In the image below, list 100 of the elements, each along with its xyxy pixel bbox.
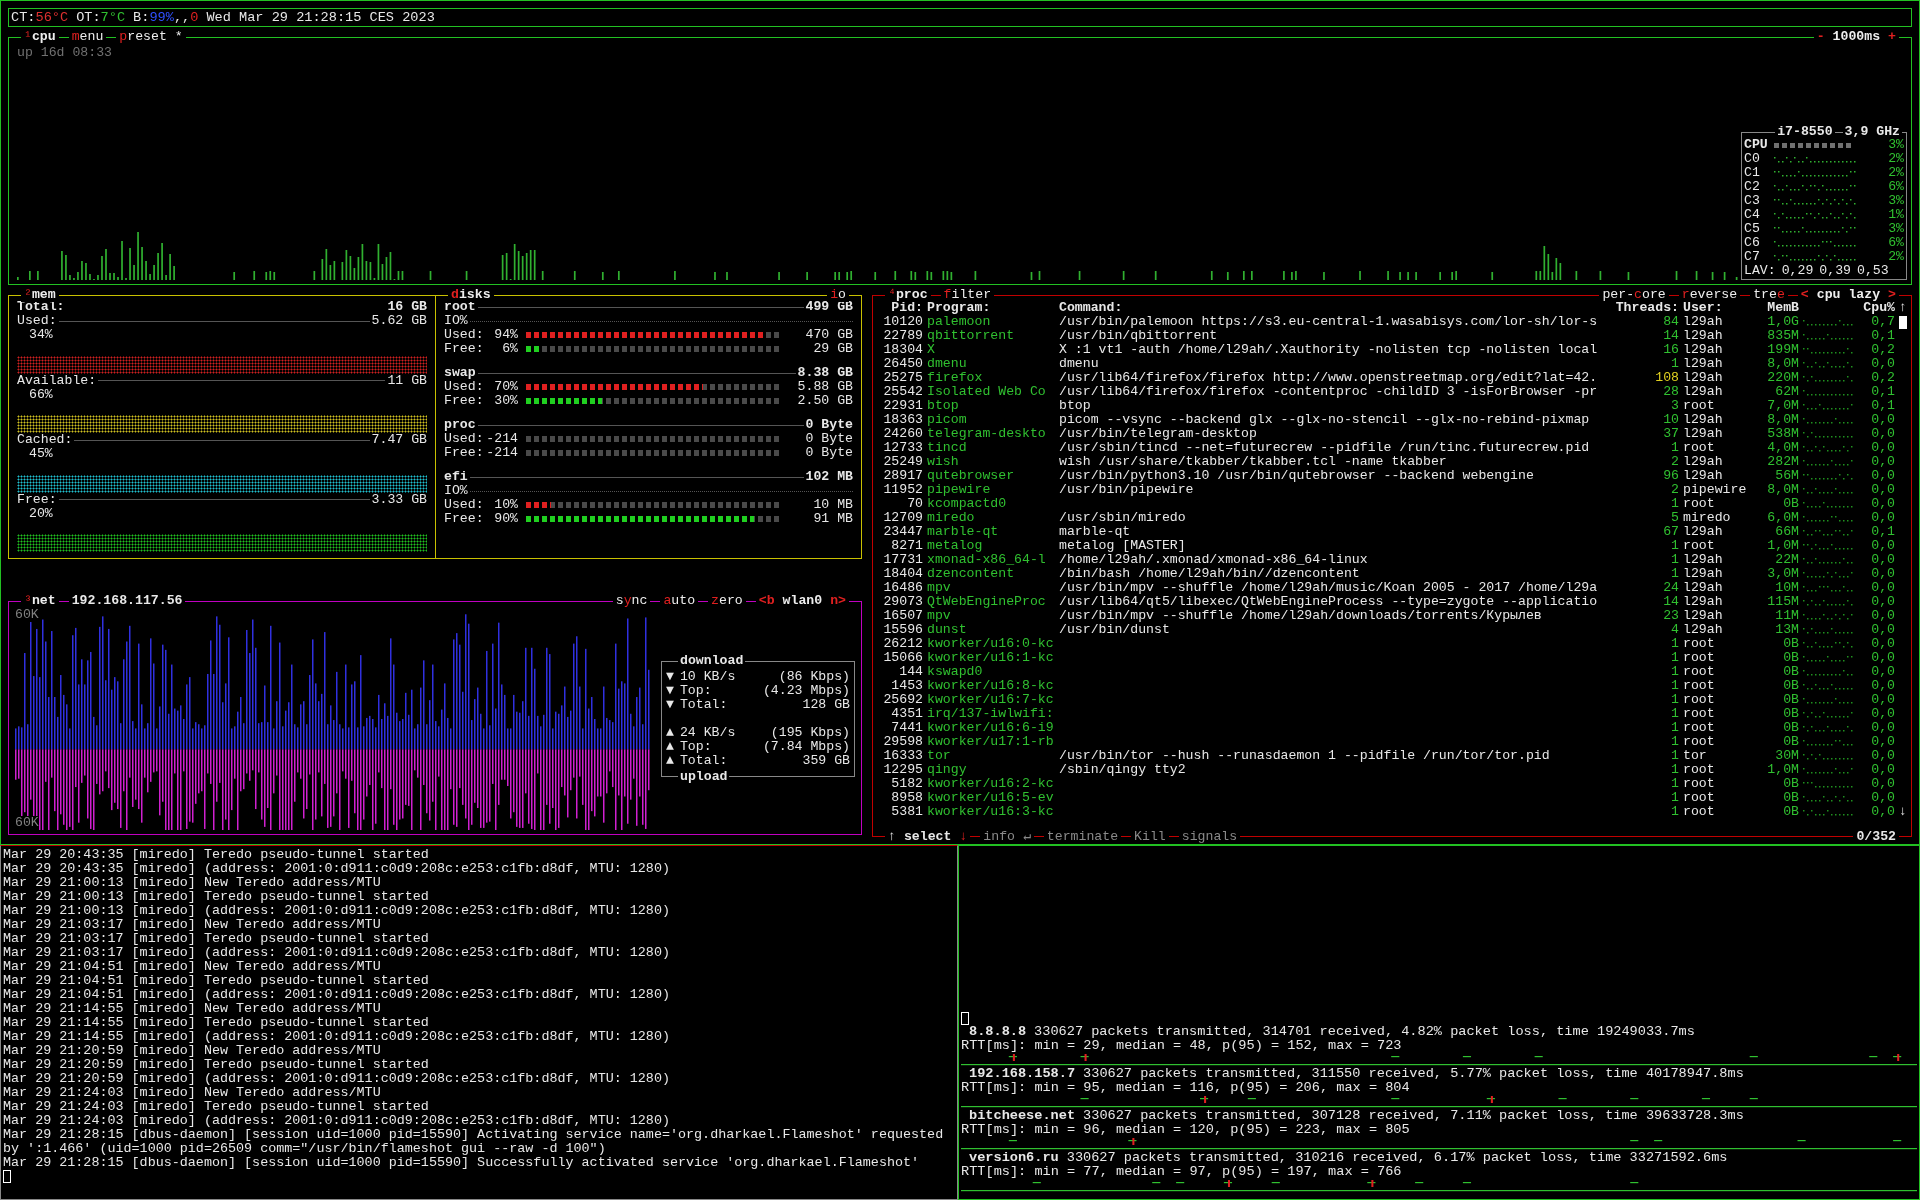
scroll-up-arrow[interactable]: ↑	[1899, 301, 1907, 315]
network-option[interactable]: sync	[612, 594, 651, 608]
process-row[interactable]: 26212 kworker/u16:0-kc 1 root 0B 0,0	[875, 637, 1909, 651]
process-row[interactable]: 26450 dmenu dmenu 1 l29ah 8,0M 0,0	[875, 357, 1909, 371]
process-row[interactable]: 12733 tincd /usr/sbin/tincd --net=futurecrew --pidfile /run/tinc.futurecrew.pid 1 root 4,0M 0,0	[875, 441, 1909, 455]
threads-cell-text: 1	[1670, 763, 1679, 777]
scrollbar-thumb[interactable]	[1899, 315, 1907, 329]
process-row[interactable]: 18363 picom picom --vsync --backend glx --glx-no-stencil --glx-no-rebind-pixmap 10 l29ah 8,0M 0,0	[875, 413, 1909, 427]
pid-cell-text: 17731	[882, 553, 923, 567]
process-row[interactable]: 25692 kworker/u16:7-kc 1 root 0B 0,0	[875, 693, 1909, 707]
process-row[interactable]: 17731 xmonad-x86_64-l /home/l29ah/.xmonad/xmonad-x86_64-linux 1 l29ah 22M 0,0	[875, 553, 1909, 567]
process-row[interactable]: 16507 mpv /usr/bin/mpv --shuffle /home/l29ah/downloads/torrents/Курылев 23 l29ah 11M 0,0	[875, 609, 1909, 623]
process-row[interactable]: 18304 X X :1 vt1 -auth /home/l29ah/.Xauthority -nolisten tcp -nolisten local 16 l29ah 199M 0,2	[875, 343, 1909, 357]
log-line: Mar 29 21:04:51 [miredo] New Teredo address/MTU	[3, 960, 382, 974]
command-cell-text: /usr/bin/tor --hush --runasdaemon 1 --pidfile /run/tor/tor.pid	[1059, 749, 1551, 763]
pid-cell-text: 26450	[882, 357, 923, 371]
column-header[interactable]: MemB	[1759, 301, 1799, 315]
column-header[interactable]: Pid:	[875, 301, 923, 315]
user-cell-text: root	[1683, 707, 1716, 721]
process-row[interactable]: 7441 kworker/u16:6-i9 1 root 0B 0,0	[875, 721, 1909, 735]
sensor-value: 7°C	[100, 10, 126, 25]
battery-label: B:	[133, 10, 150, 25]
column-header[interactable]: User:	[1683, 301, 1755, 315]
program-cell: irq/137-iwlwifi:	[927, 707, 1055, 721]
process-row[interactable]: 15066 kworker/u16:1-kc 1 root 0B 0,0	[875, 651, 1909, 665]
process-row[interactable]: 25249 wish wish /usr/share/tkabber/tkabber.tcl -name tkabber 2 l29ah 282M 0,0	[875, 455, 1909, 469]
process-row[interactable]: 25542 Isolated Web Co /usr/lib64/firefox/firefox -contentproc -childID 3 -isForBrowser -pr 28 l29ah 62M 0,1	[875, 385, 1909, 399]
pid-cell-text: 8958	[890, 791, 923, 805]
process-row[interactable]: 12295 qingy /sbin/qingy tty2 1 root 1,0M 0,0	[875, 763, 1909, 777]
cpu-cell-text: 0,2	[1870, 343, 1895, 357]
disk-row-label: Used:	[444, 498, 485, 512]
threads-cell-text: 84	[1662, 315, 1679, 329]
disk-row-label: Used:	[444, 328, 485, 342]
memory-cell-text: 4,0M	[1766, 441, 1799, 455]
threads-cell-text: 3	[1670, 399, 1679, 413]
cpu-cell-text: 0,0	[1870, 665, 1895, 679]
program-cell-text: qingy	[927, 763, 968, 777]
process-row[interactable]: 8271 metalog metalog [MASTER] 1 root 1,0M 0,0	[875, 539, 1909, 553]
column-header[interactable]: Threads:	[1615, 301, 1679, 315]
command-cell-text: X :1 vt1 -auth /home/l29ah/.Xauthority -nolisten tcp -nolisten local	[1059, 343, 1599, 357]
process-row[interactable]: 10120 palemoon /usr/bin/palemoon https://s3.eu-central-1.wasabisys.com/lor-sh/lor-s 84 l29ah 1,0G 0,7	[875, 315, 1909, 329]
cpu-usage-sparkline	[1803, 488, 1853, 494]
panel-tab[interactable]: disks	[448, 288, 494, 302]
cpu-usage-sparkline	[1803, 600, 1853, 606]
log-line: Mar 29 21:03:17 [miredo] (address: 2001:0:d911:c0d9:208c:e253:c1fb:d8df, MTU: 1280)	[3, 946, 671, 960]
user-cell-text: l29ah	[1683, 371, 1724, 385]
log-line: Mar 29 21:00:13 [miredo] Teredo pseudo-tunnel started	[3, 890, 430, 904]
process-row[interactable]: 4351 irq/137-iwlwifi: 1 root 0B 0,0	[875, 707, 1909, 721]
mem-label: Free:	[17, 492, 57, 507]
threads-cell-text: 1	[1670, 735, 1679, 749]
threads-cell-text: 14	[1662, 329, 1679, 343]
process-option[interactable]: per-core	[1599, 288, 1669, 302]
column-header[interactable]: Cpu%	[1863, 301, 1895, 315]
process-row[interactable]: 29073 QtWebEngineProc /usr/lib64/qt5/libexec/QtWebEngineProcess --type=zygote --applicatio 14 l29ah 115M 0,0	[875, 595, 1909, 609]
process-row[interactable]: 12709 miredo /usr/sbin/miredo 5 miredo 6,0M 0,0	[875, 511, 1909, 525]
cpu-usage-sparkline	[1803, 418, 1853, 424]
process-row[interactable]: 24260 telegram-deskto /usr/bin/telegram-desktop 37 l29ah 538M 0,0	[875, 427, 1909, 441]
process-row[interactable]: 18404 dzencontent /bin/bash /home/l29ah/bin//dzencontent 1 l29ah 3,0M 0,0	[875, 567, 1909, 581]
process-row[interactable]: 11952 pipewire /usr/bin/pipewire 2 pipewire 8,0M 0,0	[875, 483, 1909, 497]
process-row[interactable]: 22931 btop btop 3 root 7,0M 0,1	[875, 399, 1909, 413]
disk-value: 2.50 GB	[796, 394, 853, 408]
process-row[interactable]: 15596 dunst /usr/bin/dunst 4 l29ah 13M 0,0	[875, 623, 1909, 637]
process-row[interactable]: 28917 qutebrowser /usr/bin/python3.10 /usr/bin/qutebrowser --backend webengine 96 l29ah 56M 0,0	[875, 469, 1909, 483]
process-row[interactable]: 8958 kworker/u16:5-ev 1 root 0B 0,0	[875, 791, 1909, 805]
cpu-usage-sparkline	[1803, 516, 1853, 522]
column-header[interactable]: Command:	[1059, 301, 1611, 315]
command-cell-text: picom --vsync --backend glx --glx-no-stencil --glx-no-rebind-pixmap	[1059, 413, 1591, 427]
memory-cell-text: 10M	[1774, 581, 1799, 595]
panel-title[interactable]: ²mem	[21, 288, 59, 302]
program-cell: kworker/u16:3-kc	[927, 805, 1055, 819]
threads-cell-text: 1	[1670, 357, 1679, 371]
io-toggle[interactable]: io	[827, 288, 849, 302]
scroll-down-arrow[interactable]: ↓	[1899, 805, 1907, 819]
process-row[interactable]: 144 kswapd0 1 root 0B 0,0	[875, 665, 1909, 679]
process-row[interactable]: 29598 kworker/u17:1-rb 1 root 0B 0,0	[875, 735, 1909, 749]
process-row[interactable]: 5381 kworker/u16:3-kc 1 root 0B 0,0 ↓	[875, 805, 1909, 819]
process-row[interactable]: 22789 qbittorrent /usr/bin/qbittorrent 14 l29ah 835M 0,1	[875, 329, 1909, 343]
select-control[interactable]: ↑ select ↓	[885, 830, 971, 844]
pid-cell-text: 7441	[890, 721, 923, 735]
terminal-cursor	[961, 1012, 969, 1025]
pid-cell-text: 4351	[890, 707, 923, 721]
program-cell-text: marble-qt	[927, 525, 1000, 539]
panel-title[interactable]: ⁴ proc	[885, 288, 931, 302]
panel-tab[interactable]: preset *	[116, 30, 186, 45]
cpu-usage-sparkline	[1803, 572, 1853, 578]
process-row[interactable]: 5182 kworker/u16:2-kc 1 root 0B 0,0	[875, 777, 1909, 791]
process-row[interactable]: 23447 marble-qt marble-qt 67 l29ah 66M 0,1	[875, 525, 1909, 539]
user-cell-text: l29ah	[1683, 525, 1724, 539]
process-row[interactable]: 16486 mpv /usr/bin/mpv --shuffle /home/l29ah/music/Koan 2005 - 2017 /home/l29a 24 l29ah 10M 0,0	[875, 581, 1909, 595]
panel-title[interactable]: ¹cpu	[21, 30, 59, 45]
sort-selector[interactable]: < cpu lazy >	[1797, 288, 1899, 302]
column-header[interactable]: Program:	[927, 301, 1055, 315]
process-row[interactable]: 25275 firefox /usr/lib64/firefox/firefox http://www.openstreetmap.org/edit?lat=42. 108 l29ah 220M 0,2	[875, 371, 1909, 385]
stat-value: 128 GB	[802, 698, 850, 712]
process-row[interactable]: 16333 tor /usr/bin/tor --hush --runasdaemon 1 --pidfile /run/tor/tor.pid 1 tor 30M 0,0	[875, 749, 1909, 763]
process-row[interactable]: 70 kcompactd0 1 root 0B 0,0	[875, 497, 1909, 511]
pid-cell-text: 12709	[882, 511, 923, 525]
pid-cell-text: 24260	[882, 427, 923, 441]
memory-cell-text: 0B	[1782, 665, 1799, 679]
process-row[interactable]: 1453 kworker/u16:8-kc 1 root 0B 0,0	[875, 679, 1909, 693]
